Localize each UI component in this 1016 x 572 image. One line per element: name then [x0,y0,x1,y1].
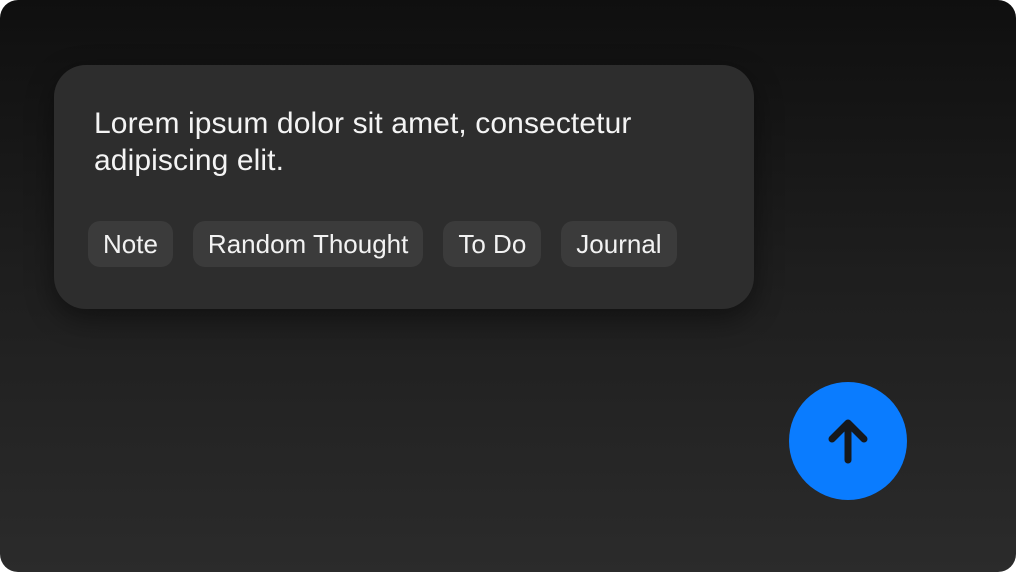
arrow-up-icon [828,419,868,464]
app-screen: Lorem ipsum dolor sit amet, consectetur … [0,0,1016,572]
send-button[interactable] [789,382,907,500]
tag-list: Note Random Thought To Do Journal [88,221,677,267]
tag-to-do[interactable]: To Do [443,221,542,267]
tag-note[interactable]: Note [88,221,173,267]
note-text[interactable]: Lorem ipsum dolor sit amet, consectetur … [94,105,714,179]
tag-random-thought[interactable]: Random Thought [192,221,424,267]
tag-journal[interactable]: Journal [561,221,677,267]
note-card: Lorem ipsum dolor sit amet, consectetur … [54,65,754,309]
